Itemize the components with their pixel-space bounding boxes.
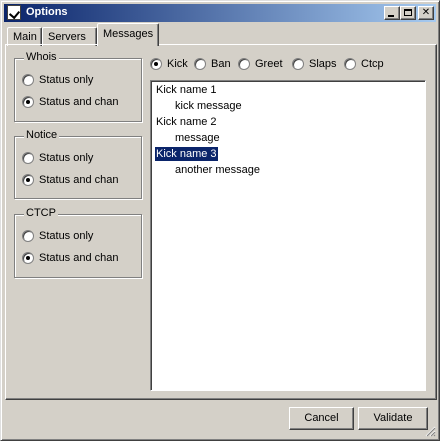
- close-icon: ✕: [421, 7, 431, 18]
- radio-checked-icon[interactable]: [22, 96, 34, 108]
- list-item-kick-name[interactable]: Kick name 1: [156, 83, 217, 97]
- radio-icon[interactable]: [344, 58, 356, 70]
- window-title: Options: [26, 6, 68, 18]
- list-item-kick-name-selected[interactable]: Kick name 3: [154, 146, 219, 162]
- notice-group-label: Notice: [24, 129, 60, 141]
- notice-status-and-chan-label: Status and chan: [39, 174, 119, 186]
- type-ban-label: Ban: [211, 58, 231, 70]
- ctcp-group: CTCP Status only Status and chan: [14, 207, 142, 278]
- minimize-icon: [388, 15, 394, 17]
- radio-checked-icon[interactable]: [150, 58, 162, 70]
- notice-group: Notice Status only Status and chan: [14, 129, 142, 199]
- type-slaps-label: Slaps: [309, 58, 337, 70]
- options-window: Options ✕ Main Servers Messages Whois St…: [0, 0, 440, 441]
- list-item-kick-name[interactable]: Kick name 2: [156, 115, 217, 129]
- radio-checked-icon[interactable]: [22, 174, 34, 186]
- radio-icon[interactable]: [292, 58, 304, 70]
- validate-button[interactable]: Validate: [358, 407, 428, 430]
- radio-icon[interactable]: [238, 58, 250, 70]
- ctcp-group-label: CTCP: [24, 207, 58, 219]
- tab-messages[interactable]: Messages: [97, 23, 159, 46]
- whois-group: Whois Status only Status and chan: [14, 51, 142, 122]
- list-item-kick-message[interactable]: message: [175, 131, 220, 145]
- list-item-kick-message[interactable]: kick message: [175, 99, 242, 113]
- whois-status-only-label: Status only: [39, 74, 94, 86]
- radio-checked-icon[interactable]: [22, 252, 34, 264]
- type-greet-label: Greet: [255, 58, 283, 70]
- ctcp-status-and-chan-label: Status and chan: [39, 252, 119, 264]
- notice-status-only-label: Status only: [39, 152, 94, 164]
- close-button[interactable]: ✕: [418, 6, 434, 20]
- ctcp-status-only-label: Status only: [39, 230, 94, 242]
- type-ctcp-label: Ctcp: [361, 58, 384, 70]
- maximize-button[interactable]: [400, 6, 416, 20]
- title-bar[interactable]: Options ✕: [4, 4, 436, 22]
- type-kick-label: Kick: [167, 58, 188, 70]
- radio-icon[interactable]: [22, 152, 34, 164]
- whois-status-and-chan-label: Status and chan: [39, 96, 119, 108]
- radio-icon[interactable]: [22, 74, 34, 86]
- cancel-button[interactable]: Cancel: [289, 407, 354, 430]
- minimize-button[interactable]: [384, 6, 400, 20]
- list-item-kick-message[interactable]: another message: [175, 163, 260, 177]
- radio-icon[interactable]: [194, 58, 206, 70]
- app-checkmark-icon: [7, 5, 21, 20]
- messages-listbox[interactable]: Kick name 1 kick message Kick name 2 mes…: [150, 80, 426, 391]
- resize-grip-icon[interactable]: [425, 426, 436, 437]
- maximize-icon: [404, 9, 412, 16]
- whois-group-label: Whois: [24, 51, 59, 63]
- radio-icon[interactable]: [22, 230, 34, 242]
